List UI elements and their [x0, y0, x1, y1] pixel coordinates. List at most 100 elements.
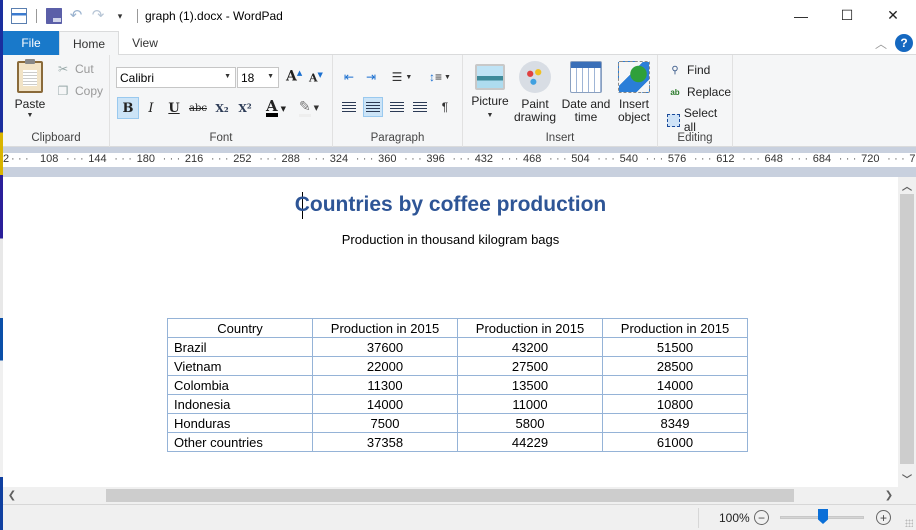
document-area[interactable]: Countries by coffee production Productio…: [3, 177, 898, 487]
scroll-up-icon[interactable]: ︿: [898, 177, 916, 194]
select-all-button[interactable]: Select all: [667, 106, 732, 134]
scroll-right-icon[interactable]: ❯: [880, 487, 898, 504]
ruler-tick: ·: [894, 153, 898, 165]
ruler-tick: ·: [114, 153, 118, 165]
ruler-tick: ·: [507, 153, 512, 165]
align-right-button[interactable]: [387, 97, 407, 117]
bold-button[interactable]: B: [117, 97, 139, 119]
scroll-down-icon[interactable]: ﹀: [898, 470, 916, 487]
ruler-tick: ·: [273, 153, 277, 165]
horizontal-scroll-thumb[interactable]: [106, 489, 794, 502]
paint-drawing-button[interactable]: Paint drawing: [513, 61, 557, 124]
title-bar: ↶ ↷ ▾ graph (1).docx - WordPad — ☐ ✕: [3, 0, 916, 31]
resize-grip[interactable]: [905, 519, 913, 527]
font-family-select[interactable]: Calibri ▼: [116, 67, 236, 88]
date-time-button[interactable]: Date and time: [560, 61, 612, 124]
vertical-scroll-thumb[interactable]: [900, 194, 914, 464]
tab-home[interactable]: Home: [59, 31, 119, 56]
value-cell: 14000: [602, 375, 748, 395]
ruler-mark: 432: [474, 153, 494, 165]
replace-button[interactable]: ab Replace: [667, 84, 731, 100]
ruler-mark: 540: [619, 153, 638, 165]
decrease-indent-button[interactable]: ⇤: [339, 67, 359, 87]
undo-icon[interactable]: ↶: [68, 7, 84, 24]
minimize-button[interactable]: —: [778, 0, 824, 31]
table-row: Brazil 37600 43200 51500: [167, 337, 748, 357]
justify-button[interactable]: [410, 97, 430, 117]
bullets-button[interactable]: ☰ ▼: [387, 67, 417, 87]
zoom-slider-thumb[interactable]: [818, 509, 828, 524]
ruler-tick: ·: [652, 153, 657, 165]
value-cell: 14000: [312, 394, 458, 414]
ruler-tick: ·: [790, 153, 795, 165]
line-spacing-button[interactable]: ↕ ≡ ▼: [425, 67, 455, 87]
save-icon[interactable]: [46, 7, 62, 24]
shrink-font-icon[interactable]: A▼: [309, 70, 323, 85]
ruler[interactable]: 2 · · · 108 · · · 144 · · · 180 · · · 216 · · · 252 · · · 288 · · ·…: [3, 147, 916, 177]
text-color-button[interactable]: A ▼: [261, 97, 291, 119]
ruler-tick: ·: [611, 153, 615, 165]
zoom-in-button[interactable]: +: [876, 510, 891, 525]
copy-button[interactable]: ❐ Copy: [55, 84, 103, 98]
ruler-tick: ·: [514, 153, 519, 165]
ruler-tick: ·: [901, 153, 905, 165]
value-cell: 44229: [457, 432, 603, 452]
ruler-tick: ·: [852, 153, 857, 165]
value-cell: 13500: [457, 375, 603, 395]
ruler-tick: ·: [804, 153, 809, 165]
ruler-tick: ·: [66, 153, 70, 165]
redo-icon[interactable]: ↷: [90, 7, 106, 24]
zoom-out-button[interactable]: −: [754, 510, 769, 525]
tab-file[interactable]: File: [3, 31, 59, 55]
picture-button[interactable]: Picture ▼: [470, 61, 510, 122]
find-label: Find: [687, 63, 711, 77]
copy-icon: ❐: [57, 84, 69, 98]
group-label: Editing: [677, 132, 713, 144]
collapse-ribbon-icon[interactable]: ︿: [875, 35, 887, 52]
increase-indent-button[interactable]: ⇥: [361, 67, 381, 87]
find-button[interactable]: ⚲ Find: [667, 62, 710, 78]
scrollbar-corner: [898, 487, 916, 504]
ruler-tick: ·: [321, 153, 326, 165]
close-button[interactable]: ✕: [870, 0, 916, 31]
horizontal-scrollbar[interactable]: ❮ ❯: [3, 487, 898, 504]
plus-icon: +: [879, 510, 887, 525]
strikethrough-icon: abc: [189, 102, 207, 114]
help-icon[interactable]: ?: [895, 34, 913, 52]
underline-button[interactable]: U: [163, 97, 185, 119]
chevron-down-icon: ▼: [267, 73, 274, 80]
binoculars-icon: ⚲: [671, 64, 679, 76]
italic-button[interactable]: I: [140, 97, 162, 119]
superscript-button[interactable]: X²: [234, 97, 256, 119]
align-center-button[interactable]: [363, 97, 383, 117]
table-row: Vietnam 22000 27500 28500: [167, 356, 748, 376]
increase-indent-icon: ⇥: [365, 70, 377, 84]
scroll-left-icon[interactable]: ❮: [3, 487, 21, 504]
separator: [36, 8, 37, 23]
grow-font-icon[interactable]: A▲: [286, 68, 302, 85]
align-left-button[interactable]: [339, 97, 359, 117]
ruler-tick: ·: [500, 153, 505, 165]
ruler-tick: ·: [314, 153, 319, 165]
ruler-tick: ·: [362, 153, 367, 165]
tab-view[interactable]: View: [119, 31, 171, 55]
vertical-scrollbar[interactable]: ︿ ﹀: [898, 177, 916, 487]
ruler-mark: 504: [571, 153, 590, 165]
paragraph-settings-button[interactable]: ¶: [435, 97, 455, 117]
customize-qat-icon[interactable]: ▾: [112, 8, 128, 24]
maximize-button[interactable]: ☐: [824, 0, 870, 31]
font-size-select[interactable]: 18 ▼: [237, 67, 279, 88]
document-subtitle: Production in thousand kilogram bags: [341, 232, 560, 247]
highlight-button[interactable]: ✎ ▼: [294, 97, 324, 119]
paste-button[interactable]: Paste ▼: [11, 59, 49, 119]
strikethrough-button[interactable]: abc: [187, 97, 209, 119]
subscript-button[interactable]: X₂: [211, 97, 233, 119]
insert-group: Picture ▼ Paint drawing Date and time In…: [463, 55, 658, 147]
insert-object-button[interactable]: Insert object: [614, 61, 654, 124]
table-row: Indonesia 14000 11000 10800: [167, 394, 748, 414]
wordpad-app-icon[interactable]: [11, 7, 27, 24]
ruler-tick: ·: [18, 153, 22, 165]
cut-button[interactable]: ✂ Cut: [55, 62, 94, 76]
insert-object-icon: [618, 61, 650, 93]
ruler-tick: ·: [121, 153, 125, 165]
